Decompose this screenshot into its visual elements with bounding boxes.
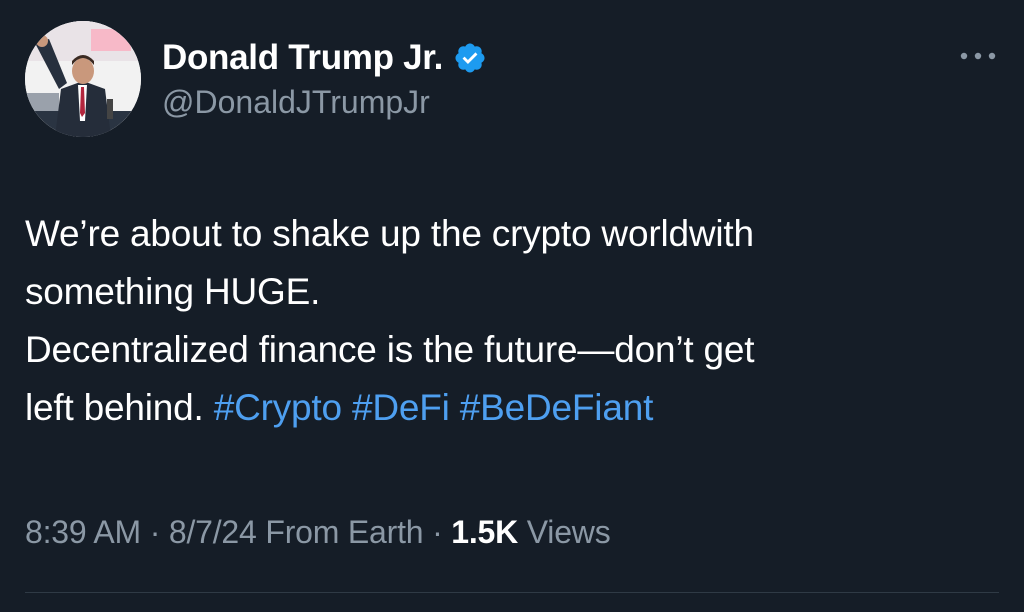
tweet-text-line-with-hashtags: left behind. #Crypto #DeFi #BeDeFiant — [25, 379, 985, 437]
avatar[interactable] — [25, 21, 141, 137]
hashtag-bedefiant[interactable]: #BeDeFiant — [460, 387, 654, 428]
meta-separator: · — [423, 514, 452, 550]
views-label[interactable]: Views — [527, 514, 611, 550]
divider — [25, 592, 999, 593]
verified-badge-icon — [455, 43, 485, 73]
author-handle[interactable]: @DonaldJTrumpJr — [162, 84, 430, 121]
tweet-text-line: We’re about to shake up the crypto world… — [25, 213, 754, 254]
tweet-date[interactable]: 8/7/24 — [169, 514, 257, 550]
tweet-text-segment: left behind. — [25, 387, 214, 428]
tweet-meta: 8:39 AM · 8/7/24 From Earth · 1.5K Views — [25, 514, 611, 551]
tweet-time[interactable]: 8:39 AM — [25, 514, 141, 550]
more-horizontal-icon[interactable] — [956, 44, 1000, 68]
tweet-source: From Earth — [265, 514, 424, 550]
display-name[interactable]: Donald Trump Jr. — [162, 38, 443, 78]
views-count[interactable]: 1.5K — [451, 514, 518, 550]
tweet-text: We’re about to shake up the crypto world… — [25, 205, 985, 437]
tweet-text-line: something HUGE. — [25, 271, 321, 312]
hashtag-defi[interactable]: #DeFi — [352, 387, 450, 428]
meta-separator: · — [141, 514, 169, 550]
tweet-card: Donald Trump Jr. @DonaldJTrumpJr We’re a… — [0, 0, 1024, 612]
avatar-image — [25, 21, 141, 137]
tweet-text-line: Decentralized finance is the future—don’… — [25, 329, 755, 370]
author-name-row: Donald Trump Jr. — [162, 36, 487, 80]
hashtag-crypto[interactable]: #Crypto — [214, 387, 342, 428]
